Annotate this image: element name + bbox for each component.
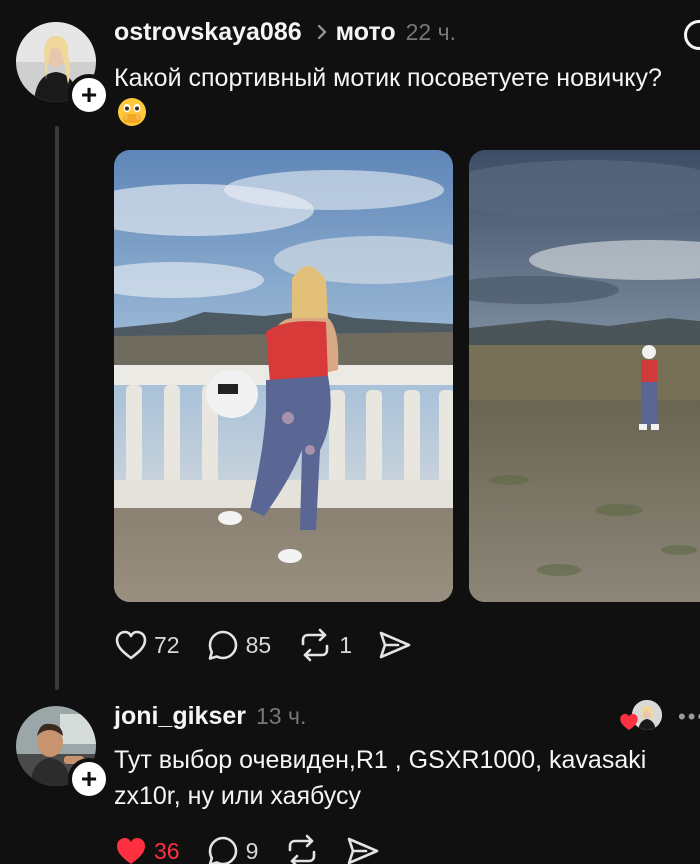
post-text-block: Какой спортивный мотик посоветуете нович… xyxy=(114,60,674,132)
reply-username[interactable]: joni_gikser xyxy=(114,702,246,731)
send-icon xyxy=(348,837,379,864)
post-comment-count: 85 xyxy=(245,631,272,658)
reply-like-count: 36 xyxy=(154,837,180,864)
post-username[interactable]: ostrovskaya086 xyxy=(114,18,302,47)
post-photo-1[interactable] xyxy=(114,150,453,602)
heart-icon xyxy=(620,713,638,731)
thread-line xyxy=(55,126,59,690)
post-topic[interactable]: мото xyxy=(336,18,396,47)
repost-icon xyxy=(289,834,316,864)
more-options-icon[interactable]: ••• xyxy=(678,704,700,730)
comment-icon xyxy=(208,836,237,864)
heart-icon xyxy=(115,630,147,660)
chevron-right-icon xyxy=(316,20,328,46)
post-comment-button[interactable]: 85 xyxy=(206,628,272,662)
reply-text: Тут выбор очевиден,R1 , GSXR1000, kavasa… xyxy=(114,746,647,810)
reply-text-block: Тут выбор очевиден,R1 , GSXR1000, kavasa… xyxy=(114,742,694,814)
threads-logo-icon[interactable] xyxy=(684,20,700,50)
send-icon xyxy=(379,631,411,659)
follow-plus-button[interactable]: + xyxy=(68,758,110,800)
reply-actions: 36 9 xyxy=(114,834,406,864)
post-time: 22 ч. xyxy=(405,19,456,45)
reply-like-button[interactable]: 36 xyxy=(114,835,180,864)
reply-share-button[interactable] xyxy=(346,835,380,864)
post-photo-2[interactable] xyxy=(469,150,700,602)
reply-comment-button[interactable]: 9 xyxy=(206,834,259,864)
post-share-button[interactable] xyxy=(378,629,412,661)
plus-label: + xyxy=(80,763,98,794)
heart-filled-icon xyxy=(117,838,145,864)
post-text: Какой спортивный мотик посоветуете нович… xyxy=(114,64,662,92)
heart-with-avatar-icon xyxy=(618,700,664,734)
reply-comment-count: 9 xyxy=(245,837,259,864)
face-with-hand-over-mouth-emoji xyxy=(116,96,148,128)
post-actions: 72 85 1 xyxy=(114,628,438,662)
threads-screen: + ostrovskaya086 мото 22 ч. Какой спорти… xyxy=(0,0,700,864)
reply-header: joni_gikser 13 ч. xyxy=(114,702,306,731)
reply-repost-button[interactable] xyxy=(284,834,320,864)
plus-label: + xyxy=(80,79,98,110)
post-repost-button[interactable]: 1 xyxy=(297,628,352,662)
reply-time: 13 ч. xyxy=(256,703,307,729)
post-like-button[interactable]: 72 xyxy=(114,629,180,661)
post-repost-count: 1 xyxy=(339,631,352,658)
post-like-count: 72 xyxy=(154,631,180,658)
comment-icon xyxy=(208,630,237,660)
repost-icon xyxy=(301,628,329,662)
post-header: ostrovskaya086 мото 22 ч. xyxy=(114,18,456,47)
reply-meta: ••• xyxy=(618,700,700,734)
follow-plus-button[interactable]: + xyxy=(68,74,110,116)
